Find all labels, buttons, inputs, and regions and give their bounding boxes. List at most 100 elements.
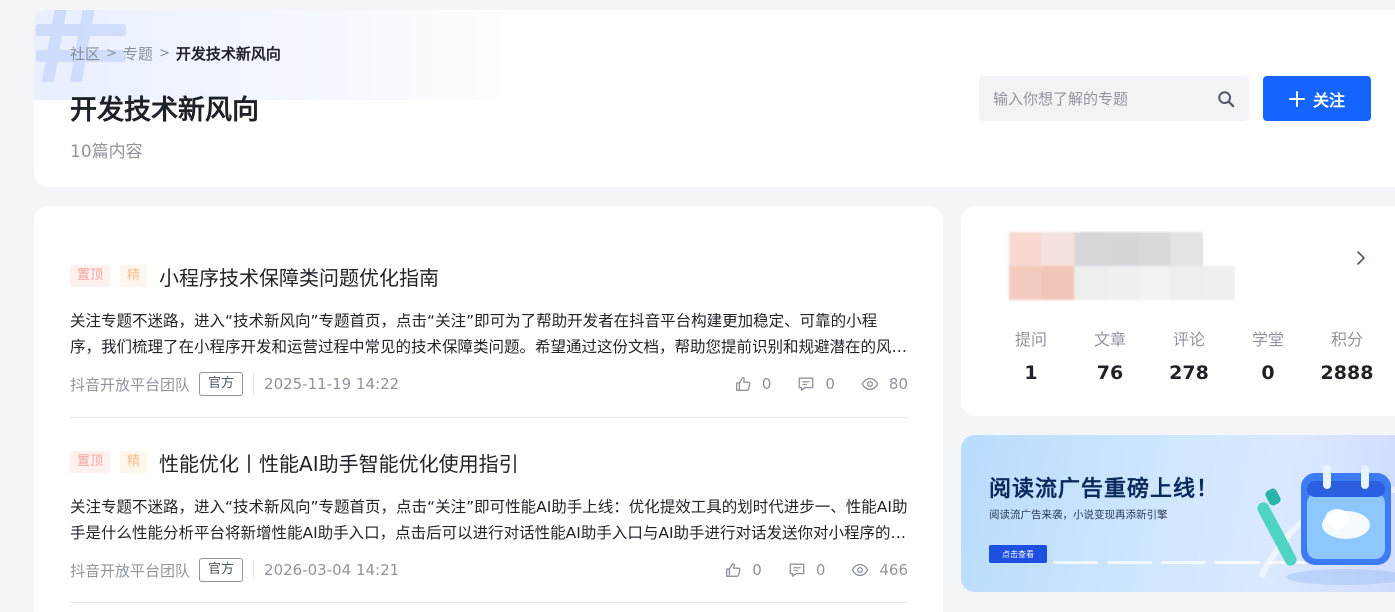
- article-item[interactable]: 置顶 精 性能优化丨性能AI助手智能优化使用指引 关注专题不迷路，进入“技术新风…: [70, 448, 908, 582]
- stat-label: 学堂: [1251, 330, 1284, 349]
- breadcrumb-topic-link[interactable]: 专题: [123, 43, 153, 64]
- stat-label: 评论: [1172, 330, 1205, 349]
- like-stat[interactable]: 0: [734, 375, 772, 393]
- follow-button-label: 关注: [1312, 90, 1345, 110]
- breadcrumb-separator: >: [106, 46, 117, 61]
- article-time: 2025-11-19 14:22: [264, 375, 400, 393]
- stat-label: 积分: [1330, 330, 1363, 349]
- stat-articles[interactable]: 文章 76: [1078, 326, 1142, 384]
- stat-value: 0: [1261, 362, 1275, 384]
- page: 社区 > 专题 > 开发技术新风向 开发技术新风向 10篇内容 关注: [0, 0, 1395, 612]
- view-stat: 466: [851, 561, 908, 579]
- blurred-profile-avatar[interactable]: [1009, 232, 1235, 300]
- official-badge: 官方: [199, 558, 244, 582]
- article-meta: 抖音开放平台团队 官方 2026-03-04 14:21 0 0 466: [70, 558, 908, 582]
- breadcrumb-community-link[interactable]: 社区: [70, 43, 100, 64]
- content-count: 10篇内容: [70, 142, 143, 162]
- view-stat: 80: [861, 375, 908, 393]
- like-count: 0: [752, 561, 762, 579]
- chevron-right-icon[interactable]: [1353, 250, 1369, 266]
- article-title-row: 置顶 精 小程序技术保障类问题优化指南: [70, 262, 908, 290]
- avatar-pixel: [1105, 232, 1139, 266]
- avatar-pixel: [1138, 266, 1171, 300]
- avatar-pixel: [1138, 232, 1171, 266]
- row-divider: [70, 417, 908, 418]
- comment-count: 0: [825, 375, 835, 393]
- avatar-pixel: [1202, 232, 1235, 266]
- avatar-pixel: [1170, 232, 1203, 266]
- carousel-dot[interactable]: [1053, 561, 1098, 564]
- article-title[interactable]: 性能优化丨性能AI助手智能优化使用指引: [159, 448, 519, 477]
- avatar-pixel: [1073, 232, 1106, 266]
- author-profile-card: 提问 1 文章 76 评论 278 学堂 0 积分 2888: [961, 206, 1395, 416]
- pinned-tag: 置顶: [70, 451, 111, 473]
- article-title[interactable]: 小程序技术保障类问题优化指南: [159, 262, 439, 291]
- search-icon[interactable]: [1217, 90, 1235, 108]
- stat-value: 278: [1169, 362, 1209, 384]
- stat-questions[interactable]: 提问 1: [999, 326, 1063, 384]
- comment-stat[interactable]: 0: [797, 375, 835, 393]
- view-count: 466: [879, 561, 908, 579]
- stat-label: 文章: [1093, 330, 1126, 349]
- featured-tag: 精: [120, 451, 148, 473]
- stat-comments[interactable]: 评论 278: [1157, 326, 1221, 384]
- eye-icon: [851, 563, 869, 577]
- like-count: 0: [761, 375, 772, 393]
- article-summary[interactable]: 关注专题不迷路，进入“技术新风向”专题首页，点击“关注”即可性能AI助手上线：优…: [70, 494, 908, 546]
- thumbs-up-icon: [726, 563, 741, 577]
- banner-view-button[interactable]: 点击查看: [989, 545, 1047, 563]
- article-author[interactable]: 抖音开放平台团队: [70, 560, 190, 581]
- avatar-pixel: [1202, 266, 1235, 300]
- avatar-pixel: [1105, 266, 1139, 300]
- stat-academy[interactable]: 学堂 0: [1236, 326, 1300, 384]
- like-stat[interactable]: 0: [724, 561, 762, 579]
- article-meta: 抖音开放平台团队 官方 2025-11-19 14:22 0 0 80: [70, 372, 908, 396]
- eye-icon: [861, 377, 879, 391]
- comment-icon: [798, 377, 814, 391]
- official-badge: 官方: [199, 372, 244, 396]
- pinned-tag: 置顶: [70, 265, 111, 287]
- article-time: 2026-03-04 14:21: [264, 561, 400, 579]
- plus-icon: [1288, 90, 1305, 107]
- topic-header-card: 社区 > 专题 > 开发技术新风向 开发技术新风向 10篇内容 关注: [34, 10, 1395, 187]
- breadcrumb-current: 开发技术新风向: [175, 45, 281, 63]
- follow-button[interactable]: 关注: [1263, 76, 1371, 121]
- avatar-pixel: [1009, 266, 1042, 300]
- comment-icon: [789, 563, 805, 577]
- meta-divider: [253, 374, 255, 394]
- avatar-pixel: [1041, 232, 1074, 266]
- avatar-pixel: [1041, 266, 1074, 300]
- article-title-row: 置顶 精 性能优化丨性能AI助手智能优化使用指引: [70, 448, 908, 476]
- article-author[interactable]: 抖音开放平台团队: [70, 374, 190, 395]
- breadcrumb: 社区 > 专题 > 开发技术新风向: [70, 43, 281, 64]
- banner-subtitle: 阅读流广告来袭，小说变现再添新引擎: [989, 509, 1168, 521]
- thumbs-up-icon: [735, 377, 751, 391]
- article-stats: 0 0 466: [724, 561, 908, 579]
- avatar-pixel: [1009, 232, 1042, 266]
- meta-divider: [253, 560, 255, 580]
- avatar-pixel: [1073, 266, 1106, 300]
- promo-banner[interactable]: 阅读流广告重磅上线！ 阅读流广告来袭，小说变现再添新引擎 点击查看: [961, 435, 1395, 592]
- topic-search-box: [979, 76, 1249, 121]
- stat-value: 76: [1096, 362, 1124, 384]
- breadcrumb-separator: >: [158, 46, 170, 61]
- carousel-dot[interactable]: [1161, 561, 1206, 564]
- article-summary[interactable]: 关注专题不迷路，进入“技术新风向”专题首页，点击“关注”即可为了帮助开发者在抖音…: [70, 308, 908, 360]
- profile-stats: 提问 1 文章 76 评论 278 学堂 0 积分 2888: [999, 326, 1379, 384]
- stat-points[interactable]: 积分 2888: [1315, 326, 1379, 384]
- page-title: 开发技术新风向: [70, 95, 259, 126]
- view-count: 80: [888, 375, 908, 393]
- stat-value: 2888: [1320, 362, 1374, 384]
- article-stats: 0 0 80: [734, 375, 908, 393]
- article-item[interactable]: 置顶 精 小程序技术保障类问题优化指南 关注专题不迷路，进入“技术新风向”专题首…: [70, 262, 908, 396]
- banner-title: 阅读流广告重磅上线！: [989, 477, 1220, 502]
- row-divider: [70, 602, 908, 603]
- carousel-dot[interactable]: [1107, 561, 1152, 564]
- comment-count: 0: [815, 561, 826, 579]
- comment-stat[interactable]: 0: [788, 561, 826, 579]
- avatar-pixel: [1170, 266, 1203, 300]
- topic-search-input[interactable]: [993, 89, 1217, 108]
- calendar-illustration-icon: [1257, 465, 1395, 585]
- article-list-card: 置顶 精 小程序技术保障类问题优化指南 关注专题不迷路，进入“技术新风向”专题首…: [34, 206, 943, 612]
- featured-tag: 精: [120, 265, 148, 287]
